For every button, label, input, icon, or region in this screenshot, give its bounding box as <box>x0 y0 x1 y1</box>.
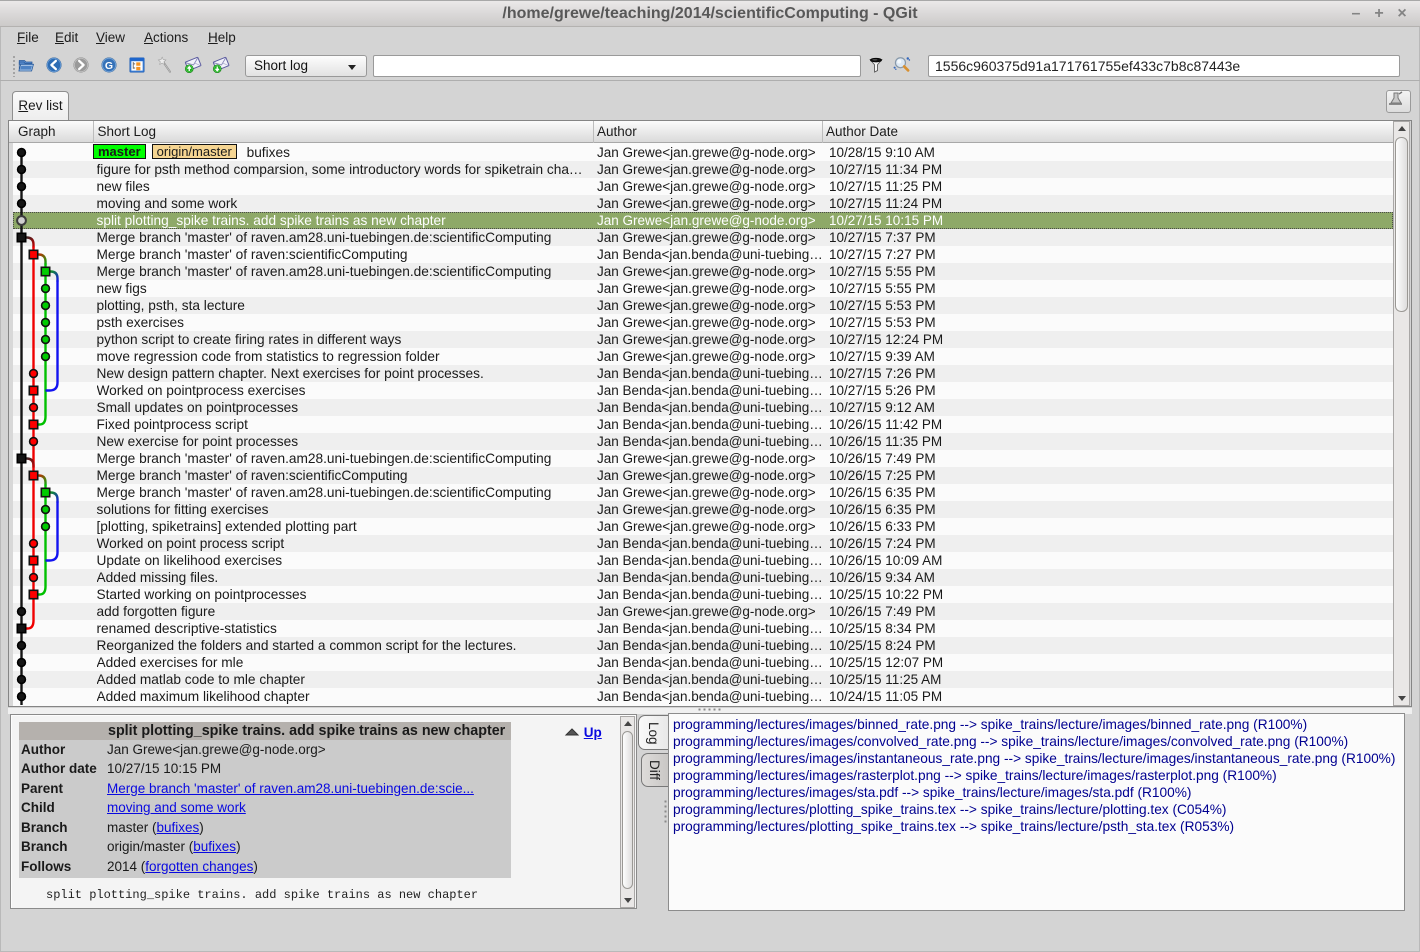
svg-text:G: G <box>105 60 113 72</box>
